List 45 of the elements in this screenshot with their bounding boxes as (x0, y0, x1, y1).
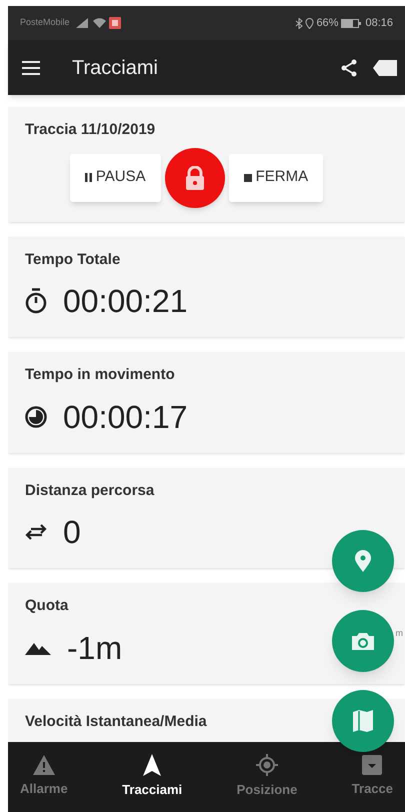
stat-label: Velocità Istantanea/Media (25, 712, 207, 732)
wifi-icon (92, 18, 106, 28)
stat-value: 00:00:17 (63, 398, 188, 436)
stat-label: Tempo Totale (25, 250, 120, 270)
app-notification-icon (108, 17, 121, 29)
swap-arrows-icon (25, 524, 47, 540)
mountains-icon (25, 640, 51, 654)
battery-icon (341, 18, 362, 28)
stopwatch-icon (25, 288, 47, 314)
lock-icon (184, 166, 205, 190)
lock-button[interactable] (164, 148, 225, 208)
signal-icon (76, 18, 90, 28)
app-title: Tracciami (72, 56, 158, 80)
track-title: Traccia 11/10/2019 (25, 120, 156, 140)
bluetooth-icon (295, 18, 304, 28)
navigation-arrow-icon (143, 754, 162, 776)
stat-value: -1m (67, 628, 122, 668)
nav-tab[interactable]: Allarme (12, 755, 76, 799)
menu-icon[interactable] (22, 60, 40, 74)
pause-icon (84, 173, 92, 182)
clock-time: 08:16 (365, 16, 393, 31)
warning-icon (32, 755, 55, 776)
location-icon (305, 18, 314, 28)
stop-button[interactable]: FERMA (228, 154, 324, 202)
map-pin-icon (355, 550, 371, 572)
unit-label: m (396, 627, 403, 640)
battery-level: 66% (316, 16, 338, 31)
half-circle-icon (25, 406, 47, 428)
stat-label: Tempo in movimento (25, 365, 175, 385)
carrier-name: PosteMobile (20, 16, 70, 30)
stat-label: Distanza percorsa (25, 480, 154, 500)
nav-tab[interactable]: Tracce (344, 755, 401, 799)
crosshair-icon (256, 754, 278, 776)
stat-value: 0 (63, 513, 81, 552)
stat-label: Quota (25, 596, 68, 616)
stat-value: 00:00:21 (63, 282, 188, 321)
share-icon[interactable] (341, 58, 357, 76)
map-icon (353, 710, 373, 732)
pause-button[interactable]: PAUSA (70, 154, 161, 202)
archive-icon (362, 755, 382, 776)
label-icon[interactable] (373, 60, 397, 76)
camera-icon (352, 632, 374, 650)
nav-tab[interactable]: Tracciami (114, 754, 190, 800)
stop-icon (244, 174, 252, 182)
nav-tab[interactable]: Posizione (228, 754, 306, 800)
